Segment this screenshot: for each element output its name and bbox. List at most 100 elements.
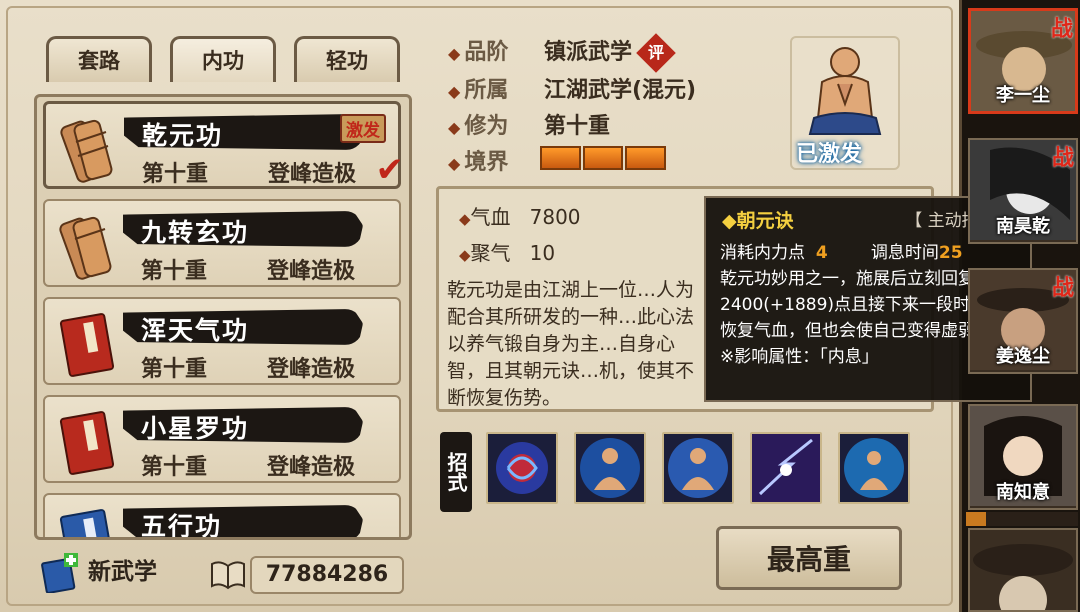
character-name: 南昊乾	[996, 216, 1050, 237]
monk-heal-icon	[844, 438, 904, 498]
hp-label: 气血	[470, 205, 511, 229]
red-book-icon	[59, 313, 115, 377]
skill-item-jiuzhuan[interactable]: 九转玄功 第十重 登峰造极	[43, 199, 401, 287]
character-name: 姜逸尘	[996, 346, 1050, 367]
skill-item-xiaoxingluo[interactable]: 小星罗功 第十重 登峰造极	[43, 395, 401, 483]
scroll-icon	[60, 119, 113, 183]
cultivation-label: 修为	[464, 114, 509, 139]
cooldown-value: 25	[938, 243, 963, 263]
character-slot-3[interactable]: 战 姜逸尘	[968, 268, 1078, 374]
tab-light-skill[interactable]: 轻功	[294, 36, 400, 82]
tooltip-attribute: ※影响属性：「内息」	[720, 347, 879, 367]
diamond-icon: ◆	[448, 44, 461, 63]
blue-book-icon	[59, 509, 115, 537]
skill-name: 五行功	[141, 512, 223, 540]
qi-label: 聚气	[470, 241, 511, 265]
skill-name: 小星罗功	[141, 414, 250, 443]
max-level-button[interactable]: 最高重	[716, 526, 902, 590]
monk-meditate-icon	[668, 438, 728, 498]
skill-level: 第十重	[141, 455, 208, 480]
skill-rank: 登峰造极	[267, 259, 356, 284]
red-book-icon	[59, 411, 115, 475]
diamond-icon: ◆	[448, 154, 461, 173]
diamond-icon: ◆	[459, 246, 471, 264]
tab-inner-skill[interactable]: 内功	[170, 36, 276, 82]
skill-level: 第十重	[141, 357, 208, 382]
cooldown-label: 调息时间	[870, 243, 939, 263]
move-slot-1[interactable]	[486, 432, 558, 504]
checkmark-icon: ✔	[375, 150, 405, 190]
cultivation-value: 第十重	[544, 114, 611, 139]
skill-name: 乾元功	[142, 121, 224, 150]
diamond-icon: ◆	[448, 82, 461, 101]
meditating-monk-icon	[808, 47, 882, 135]
scroll-icon	[59, 216, 112, 280]
realm-progress-bar	[540, 146, 667, 170]
skill-level: 第十重	[141, 259, 208, 284]
battle-badge: 战	[1050, 17, 1073, 42]
character-name: 李一尘	[996, 85, 1050, 106]
swirl-orb-icon	[496, 442, 548, 494]
move-slot-2[interactable]	[574, 432, 646, 504]
skill-rank: 登峰造极	[268, 162, 357, 187]
open-book-icon	[211, 561, 245, 590]
diamond-icon: ◆	[722, 210, 737, 232]
move-slot-5[interactable]	[838, 432, 910, 504]
skill-list: 乾元功 激发 第十重 登峰造极 ✔ 九转玄功 第十重 登峰造极 浑天气功 第十重…	[34, 94, 412, 540]
skill-item-qianyuan[interactable]: 乾元功 激发 第十重 登峰造极 ✔	[43, 101, 404, 190]
realm-segment	[625, 146, 667, 170]
cultivation-label-row: ◆ 修为	[448, 108, 508, 140]
tooltip-cost-row: 消耗内力点 4 调息时间25	[720, 238, 963, 263]
skill-item-huntian[interactable]: 浑天气功 第十重 登峰造极	[43, 297, 401, 385]
activated-badge: 激发	[340, 114, 386, 143]
move-slot-4[interactable]	[750, 432, 822, 504]
cultivation-progress-bar	[966, 512, 1078, 526]
grade-value: 镇派武学评	[544, 33, 676, 73]
activated-status: 已激发	[796, 142, 863, 167]
new-book-icon	[41, 552, 78, 594]
skill-name: 浑天气功	[141, 316, 250, 345]
grade-label: 品阶	[464, 40, 509, 65]
monk-aura-icon	[580, 438, 640, 498]
belong-label-row: ◆ 所属	[448, 72, 508, 104]
cost-label: 消耗内力点	[720, 243, 805, 263]
realm-label-row: ◆ 境界	[448, 144, 508, 176]
skill-item-wuxing[interactable]: 五行功	[43, 493, 401, 540]
character-name: 南知意	[996, 482, 1050, 503]
qi-stat: ◆聚气 10	[459, 237, 555, 266]
diamond-icon: ◆	[448, 118, 461, 137]
cost-value: 4	[815, 243, 828, 263]
belong-label: 所属	[464, 78, 509, 103]
skill-rank: 登峰造极	[267, 455, 356, 480]
hp-stat: ◆气血 7800	[459, 201, 581, 230]
skill-rank: 登峰造极	[267, 357, 356, 382]
realm-segment	[582, 146, 624, 170]
currency-amount: 77884286	[250, 556, 404, 594]
character-portrait	[970, 530, 1076, 610]
tab-routines[interactable]: 套路	[46, 36, 152, 82]
battle-badge: 战	[1051, 276, 1074, 301]
qi-value: 10	[529, 241, 556, 265]
battle-badge: 战	[1051, 146, 1074, 171]
skill-description: 乾元功是由江湖上一位…人为配合其所研发的一种…此心法以养气锻自身为主…自身心智，…	[447, 279, 695, 409]
skill-level: 第十重	[142, 162, 209, 187]
moves-label: 招式	[440, 432, 472, 512]
diamond-icon: ◆	[459, 210, 471, 228]
grade-label-row: ◆ 品阶	[448, 34, 508, 66]
new-skill-label: 新武学	[88, 559, 158, 585]
tooltip-title: ◆朝元诀	[722, 210, 794, 232]
character-slot-2[interactable]: 战 南昊乾	[968, 138, 1078, 244]
character-slot-5[interactable]	[968, 528, 1078, 612]
belong-value: 江湖武学(混元)	[544, 78, 697, 103]
realm-label: 境界	[464, 150, 509, 175]
realm-segment	[540, 146, 581, 170]
martial-arts-panel: 套路 内功 轻功 乾元功 激发 第十重 登峰造极 ✔ 九转玄功 第十重 登峰造极…	[0, 0, 1032, 612]
skill-name: 九转玄功	[141, 218, 250, 247]
hp-value: 7800	[529, 205, 581, 229]
rating-seal-icon: 评	[636, 33, 676, 73]
lightning-strike-icon	[752, 434, 820, 502]
move-slot-3[interactable]	[662, 432, 734, 504]
new-skill-button[interactable]: 新武学	[40, 552, 158, 594]
character-slot-1[interactable]: 战 李一尘	[968, 8, 1078, 114]
character-slot-4[interactable]: 南知意	[968, 404, 1078, 510]
